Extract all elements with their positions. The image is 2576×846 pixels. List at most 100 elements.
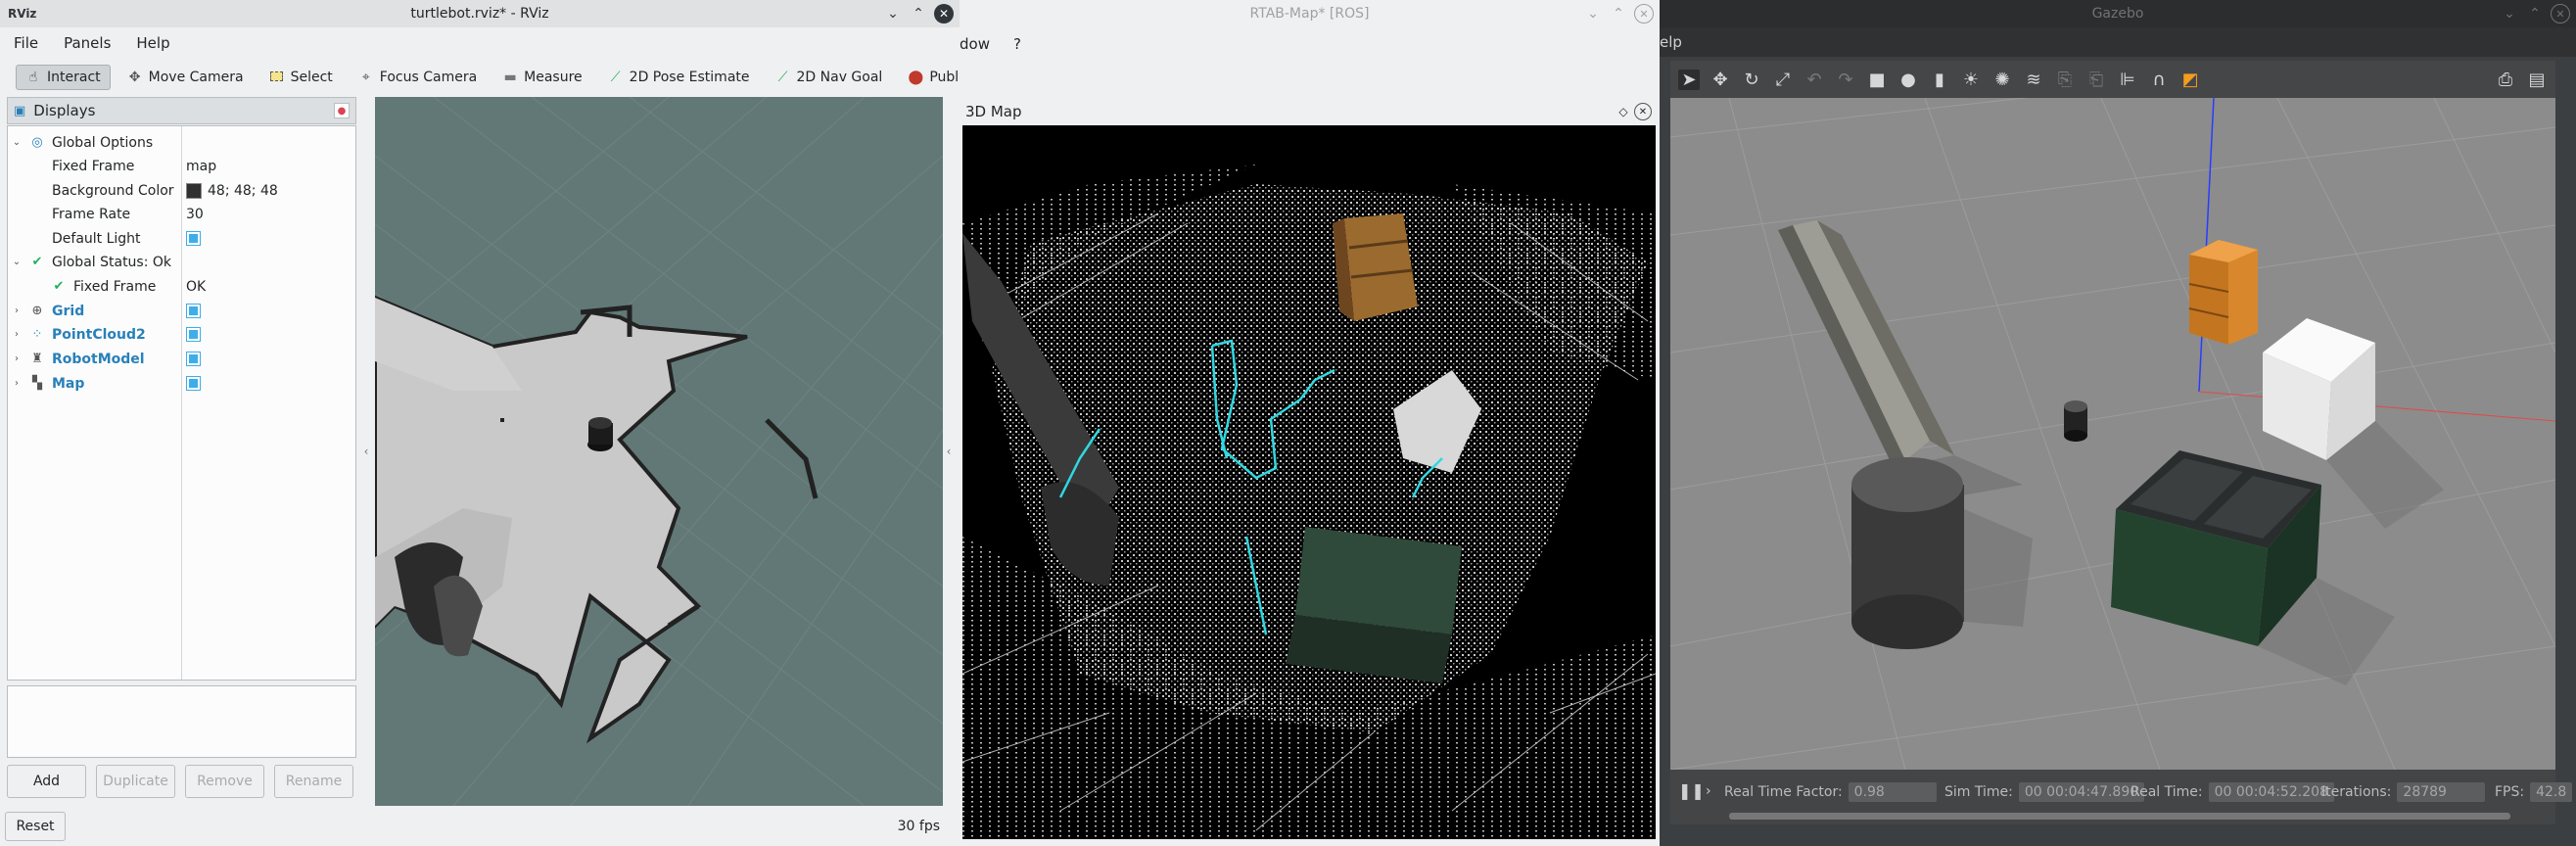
panel-close-icon[interactable]: ● [334,103,350,118]
rviz-statusbar: Reset 30 fps [0,809,960,846]
gazebo-window-title: Gazebo [2091,6,2144,22]
displays-panel: ▣ Displays ● ⌄ ◎ Global Options Fixed Fr… [7,97,356,806]
gazebo-3d-view[interactable] [1670,98,2555,770]
real-time-factor-label: Real Time Factor: [1724,784,1843,800]
right-splitter-handle[interactable]: ‹ [944,97,954,806]
tool-select[interactable]: Select [260,66,342,89]
menu-help[interactable]: ? [1013,35,1021,53]
undo-icon[interactable]: ↶ [1803,70,1825,90]
focus-camera-icon: ⌖ [361,70,370,85]
sphere-shape-icon[interactable]: ● [1897,70,1919,90]
background-color-value[interactable]: 48; 48; 48 [186,182,278,199]
cylinder-shape-icon[interactable]: ▮ [1929,70,1950,90]
minimize-icon[interactable]: ⌄ [883,4,903,24]
maximize-icon[interactable]: ⌃ [909,4,928,24]
frame-rate-value[interactable]: 30 [186,207,204,222]
real-time-factor-value: 0.98 [1848,782,1937,802]
box-shape-icon[interactable]: ■ [1866,70,1888,90]
iterations: Iterations: 28789 [2321,782,2486,802]
tool-2d-nav-goal[interactable]: ⟋ 2D Nav Goal [767,66,892,89]
expand-chevron-icon[interactable]: › [11,329,23,340]
menu-panels[interactable]: Panels [64,34,111,52]
snap-icon[interactable]: ∩ [2148,70,2170,90]
displays-panel-title[interactable]: ▣ Displays ● [7,97,356,124]
float-panel-icon[interactable]: ◇ [1615,103,1632,120]
paste-icon[interactable]: ⎗ [2085,70,2107,90]
menu-help[interactable]: elp [1660,33,1682,51]
collapse-chevron-icon[interactable]: ⌄ [11,137,23,148]
tree-row-map[interactable]: › ▚ Map [8,371,355,396]
tree-row-default-light[interactable]: Default Light [8,226,355,251]
step-icon[interactable]: › [1706,783,1711,799]
spot-light-icon[interactable]: ✺ [1991,70,2013,90]
tree-row-frame-rate[interactable]: Frame Rate 30 [8,202,355,226]
grid-checkbox[interactable] [186,304,201,318]
copy-icon[interactable]: ⎘ [2054,70,2076,90]
menu-help[interactable]: Help [136,34,169,52]
view-angle-icon[interactable]: ◩ [2179,70,2201,90]
close-icon[interactable]: ✕ [1634,4,1654,24]
rotate-mode-icon[interactable]: ↻ [1741,70,1762,90]
tree-row-pointcloud2[interactable]: › ⁘ PointCloud2 [8,322,355,347]
scale-mode-icon[interactable]: ⤢ [1772,70,1794,90]
pointcloud-checkbox[interactable] [186,327,201,342]
panel-close-icon[interactable]: ✕ [1634,103,1652,120]
tree-row-grid[interactable]: › ⊕ Grid [8,299,355,323]
translate-mode-icon[interactable]: ✥ [1710,70,1731,90]
add-button[interactable]: Add [7,765,86,798]
tree-row-status-fixed-frame[interactable]: ✔ Fixed Frame OK [8,274,355,299]
expand-chevron-icon[interactable]: › [11,378,23,389]
horizontal-scrollbar[interactable] [1729,813,2510,820]
tool-2d-pose-estimate[interactable]: ⟋ 2D Pose Estimate [599,66,759,89]
close-icon[interactable]: ✕ [934,4,954,24]
map3d-panel-title[interactable]: 3D Map ◇ ✕ [960,98,1660,125]
tool-interact[interactable]: ☝ Interact [16,65,111,90]
rviz-3d-view[interactable] [375,97,943,806]
color-swatch[interactable] [186,182,202,199]
nav-goal-icon: ⟋ [777,70,788,85]
align-icon[interactable]: ⊫ [2117,70,2138,90]
robotmodel-checkbox[interactable] [186,352,201,366]
record-icon[interactable]: ▤ [2526,70,2548,90]
left-splitter-handle[interactable]: ‹ [361,97,371,806]
gazebo-titlebar[interactable]: Gazebo ⌄ ⌃ ✕ [1660,0,2576,27]
reset-button[interactable]: Reset [5,812,66,841]
tool-measure[interactable]: ▬ Measure [493,66,591,89]
duplicate-button[interactable]: Duplicate [96,765,175,798]
close-icon[interactable]: ✕ [2551,4,2570,24]
maximize-icon[interactable]: ⌃ [1609,4,1628,24]
fixed-frame-label: Fixed Frame [52,158,135,174]
rtabmap-3d-view[interactable] [962,125,1656,839]
screenshot-icon[interactable]: ⎙ [2495,70,2516,90]
minimize-icon[interactable]: ⌄ [2500,4,2519,24]
menu-file[interactable]: File [14,34,38,52]
minimize-icon[interactable]: ⌄ [1583,4,1603,24]
sim-time: Sim Time: 00 00:04:47.890 [1944,782,2145,802]
rviz-titlebar[interactable]: RViz turtlebot.rviz* - RViz ⌄ ⌃ ✕ [0,0,960,27]
map-checkbox[interactable] [186,376,201,391]
tree-row-background-color[interactable]: Background Color 48; 48; 48 [8,178,355,203]
rename-button[interactable]: Rename [274,765,353,798]
tool-focus-camera[interactable]: ⌖ Focus Camera [350,66,486,89]
default-light-checkbox[interactable] [186,231,201,246]
tool-publish-point[interactable]: ⬤ Publish Point [899,66,960,89]
select-mode-icon[interactable]: ➤ [1678,69,1700,90]
tree-row-fixed-frame[interactable]: Fixed Frame map [8,154,355,178]
fps: FPS: 42.8 [2495,782,2573,802]
expand-chevron-icon[interactable]: › [11,306,23,316]
tree-row-global-status[interactable]: ⌄ ✔ Global Status: Ok [8,250,355,274]
remove-button[interactable]: Remove [185,765,264,798]
tree-row-global-options[interactable]: ⌄ ◎ Global Options [8,130,355,155]
point-light-icon[interactable]: ☀ [1960,70,1982,90]
menu-window[interactable]: dow [960,35,990,53]
tree-row-robotmodel[interactable]: › ♜ RobotModel [8,347,355,371]
maximize-icon[interactable]: ⌃ [2525,4,2545,24]
pause-icon[interactable]: ❚❚ [1678,781,1705,800]
redo-icon[interactable]: ↷ [1835,70,1856,90]
rtabmap-titlebar[interactable]: RTAB-Map* [ROS] ⌄ ⌃ ✕ [960,0,1660,27]
collapse-chevron-icon[interactable]: ⌄ [11,257,23,267]
fixed-frame-value[interactable]: map [186,159,216,174]
expand-chevron-icon[interactable]: › [11,353,23,364]
directional-light-icon[interactable]: ≋ [2023,70,2044,90]
tool-move-camera[interactable]: ✥ Move Camera [118,66,253,89]
